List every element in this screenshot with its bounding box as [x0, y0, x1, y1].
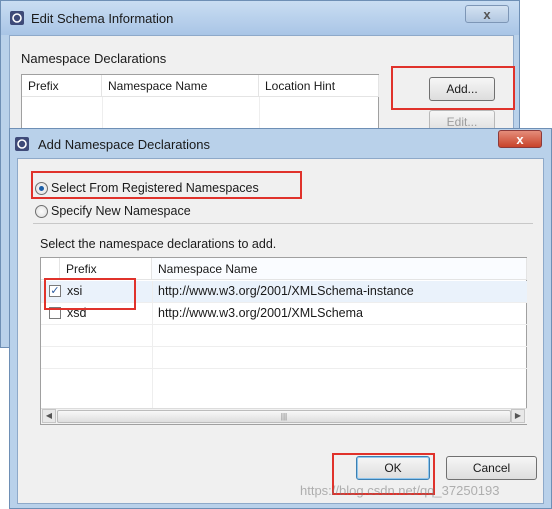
- column-header-namespace-name[interactable]: Namespace Name: [102, 75, 259, 97]
- add-namespace-dialog: Add Namespace Declarations x Select From…: [9, 128, 552, 509]
- add-namespace-close-button[interactable]: x: [498, 130, 542, 148]
- separator: [33, 223, 533, 224]
- column-header-check: [41, 258, 60, 280]
- scroll-thumb[interactable]: |||: [57, 410, 511, 423]
- horizontal-scrollbar[interactable]: ◀ ||| ▶: [41, 408, 527, 424]
- xsi-row-highlight: [44, 278, 136, 310]
- add-namespace-title: Add Namespace Declarations: [38, 137, 210, 152]
- row-divider: [41, 368, 527, 369]
- edit-schema-close-button[interactable]: x: [465, 5, 509, 23]
- row-divider: [41, 346, 527, 347]
- eclipse-app-icon: [15, 137, 29, 151]
- eclipse-app-icon: [10, 11, 24, 25]
- watermark-text: https://blog.csdn.net/qq_37250193: [300, 483, 500, 498]
- row-namespace: http://www.w3.org/2001/XMLSchema-instanc…: [158, 284, 414, 298]
- edit-schema-title: Edit Schema Information: [31, 11, 174, 26]
- scroll-left-icon[interactable]: ◀: [42, 409, 56, 423]
- column-header-location-hint[interactable]: Location Hint: [259, 75, 379, 97]
- column-divider: [152, 281, 153, 408]
- column-header-prefix[interactable]: Prefix: [22, 75, 102, 97]
- row-divider: [41, 324, 527, 325]
- add-namespace-body: Select From Registered Namespaces Specif…: [17, 158, 544, 504]
- edit-schema-titlebar[interactable]: Edit Schema Information x: [1, 1, 519, 35]
- scroll-right-icon[interactable]: ▶: [511, 409, 525, 423]
- add-button-highlight: [391, 66, 515, 110]
- specify-new-namespace-label[interactable]: Specify New Namespace: [51, 204, 191, 218]
- column-header-namespace-name[interactable]: Namespace Name: [152, 258, 527, 280]
- column-header-prefix[interactable]: Prefix: [60, 258, 152, 280]
- namespace-declarations-label: Namespace Declarations: [21, 51, 167, 66]
- instruction-text: Select the namespace declarations to add…: [40, 237, 277, 251]
- registered-radio-highlight: [31, 171, 302, 199]
- row-namespace: http://www.w3.org/2001/XMLSchema: [158, 306, 363, 320]
- specify-new-namespace-radio[interactable]: [35, 205, 48, 218]
- add-namespace-titlebar[interactable]: Add Namespace Declarations x: [10, 129, 551, 158]
- cancel-button[interactable]: Cancel: [446, 456, 537, 480]
